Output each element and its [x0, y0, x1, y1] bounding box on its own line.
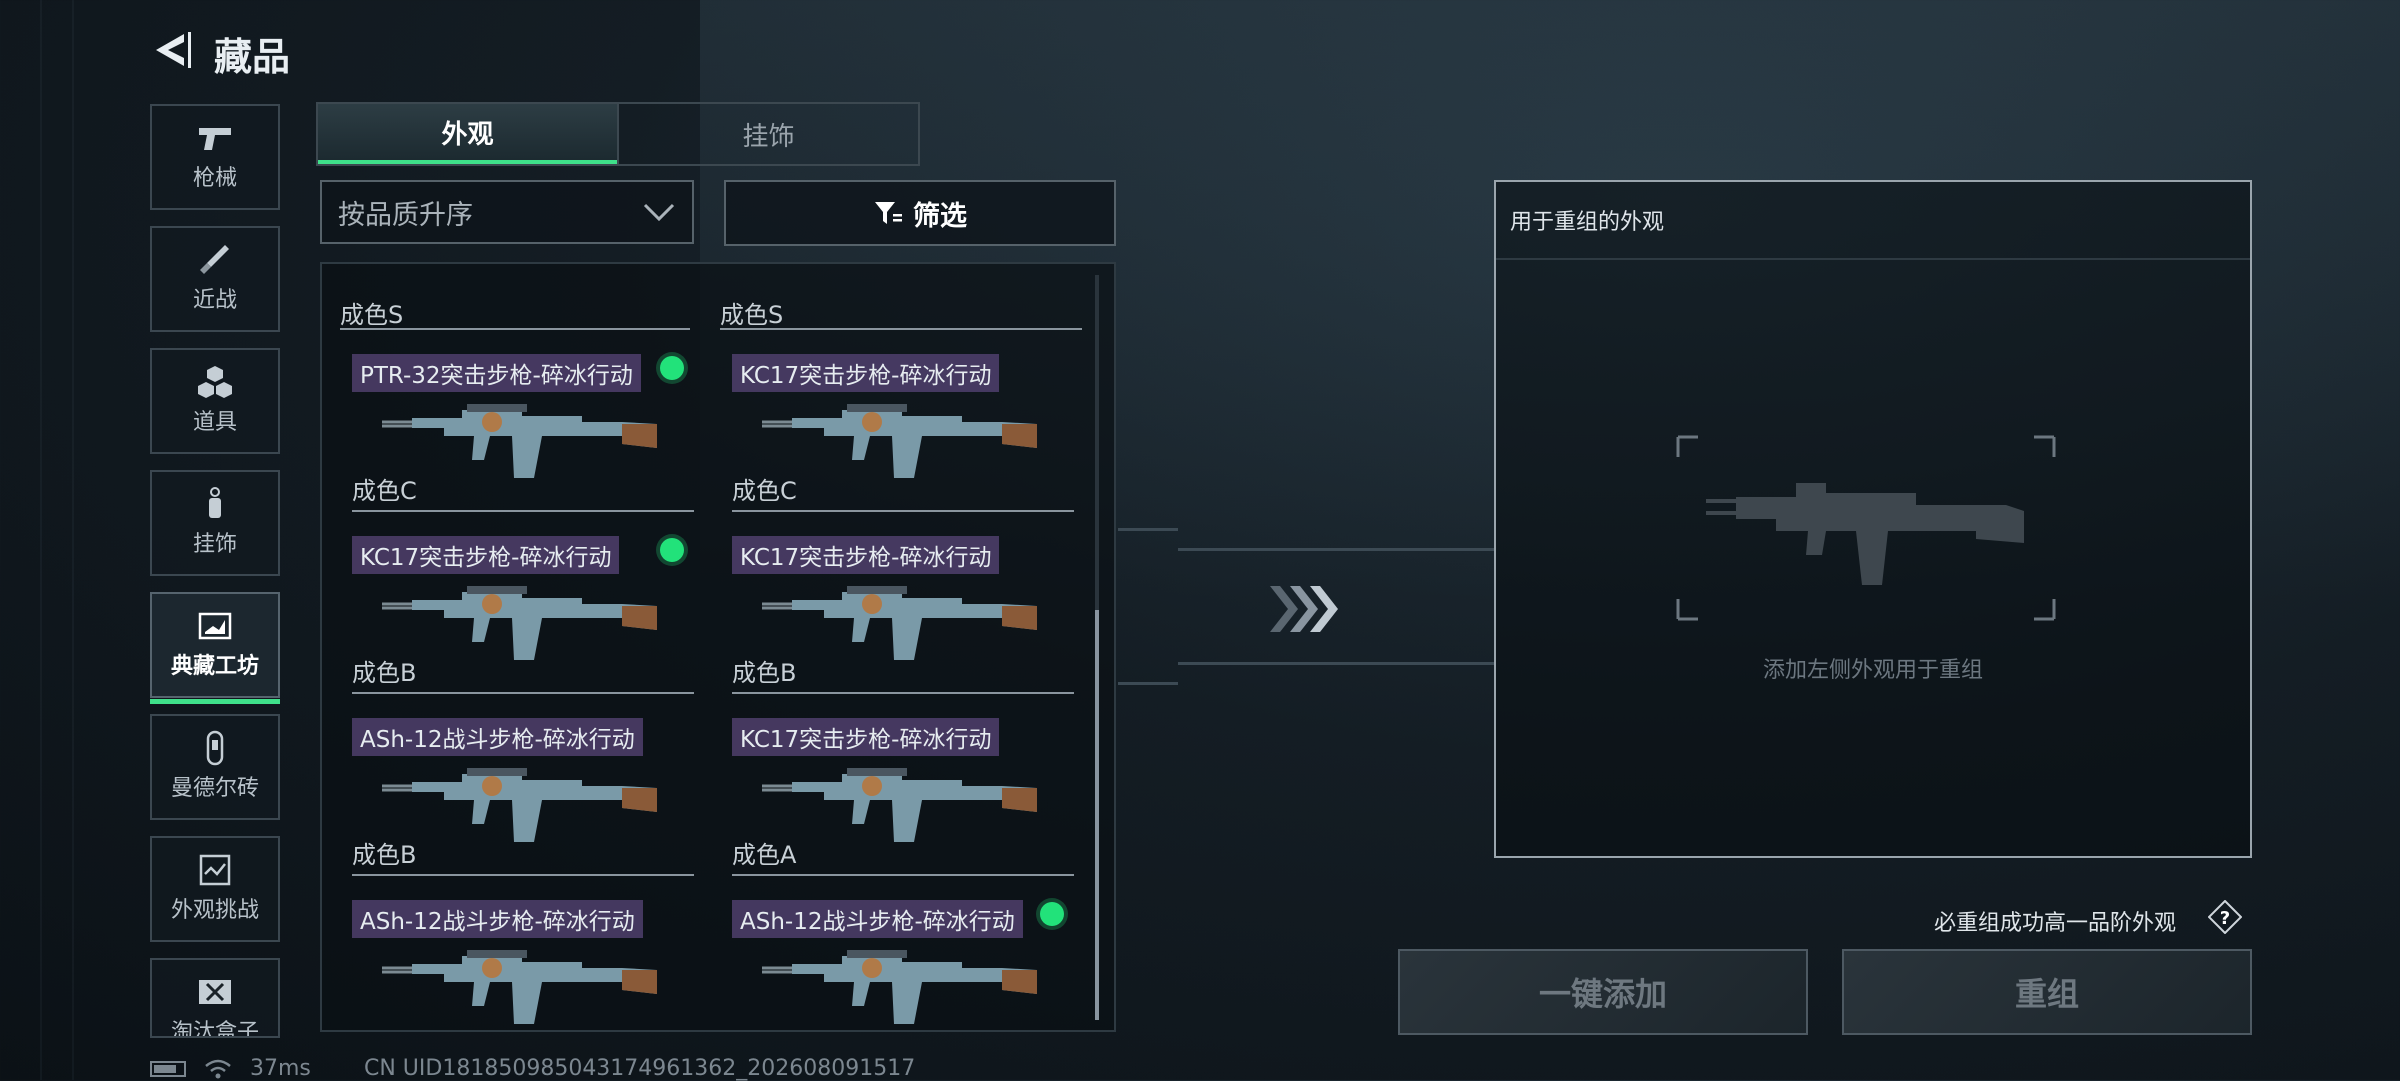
- nav-item-label: 曼德尔砖: [170, 776, 259, 801]
- gear-cubes-icon: [198, 366, 232, 398]
- rifle-image: [382, 950, 657, 1024]
- category-nav: 枪械 近战 道具 挂饰 典藏工坊 曼德尔砖 外观挑战 淘汰盒子: [150, 104, 282, 1054]
- rifle-image: [762, 404, 1037, 478]
- skin-card[interactable]: ASh-12战斗步枪-碎冰行动 成色B: [332, 704, 702, 876]
- filter-label: 筛选: [913, 200, 967, 232]
- skin-card[interactable]: KC17突击步枪-碎冰行动 成色B: [712, 522, 1082, 694]
- skin-card[interactable]: KC17突击步枪-碎冰行动 成色A: [712, 704, 1082, 876]
- card-condition: 成色C: [732, 477, 797, 505]
- card-divider: [732, 510, 1074, 512]
- panel-title: 用于重组的外观: [1510, 210, 1665, 235]
- recombine-hint: 添加左侧外观用于重组: [1762, 658, 1983, 683]
- skin-card[interactable]: KC17突击步枪-碎冰行动 成色B: [332, 522, 702, 694]
- connector-line: [1178, 662, 1494, 665]
- pistol-icon: [199, 128, 231, 150]
- connector-line: [1178, 548, 1494, 551]
- chevron-down-icon: [643, 203, 675, 222]
- filter-button[interactable]: 筛选: [724, 180, 1116, 246]
- back-arrow-icon: [156, 32, 191, 68]
- card-divider: [732, 692, 1074, 694]
- challenge-icon: [199, 854, 231, 886]
- recombine-panel: 用于重组的外观 添加左侧外观用于重组: [1494, 180, 2252, 858]
- nav-item-workshop[interactable]: 典藏工坊: [150, 592, 280, 704]
- nav-item-elimination-box[interactable]: 淘汰盒子: [150, 958, 280, 1038]
- rifle-image: [762, 586, 1037, 660]
- nav-item-items[interactable]: 道具: [150, 348, 280, 454]
- skin-card[interactable]: ASh-12战斗步枪-碎冰行动: [712, 886, 1082, 1052]
- page-title: 藏品: [214, 35, 291, 79]
- recombine-button[interactable]: 重组: [1842, 949, 2252, 1035]
- rifle-image: [382, 404, 657, 478]
- mandel-brick-icon: [206, 730, 224, 766]
- nav-item-charms[interactable]: 挂饰: [150, 470, 280, 576]
- card-divider: [340, 328, 690, 330]
- connector-line: [1118, 528, 1178, 531]
- card-condition: 成色A: [732, 841, 797, 869]
- charm-icon: [209, 487, 221, 518]
- guarantee-text: 必重组成功高一品阶外观: [1934, 911, 2177, 936]
- nav-item-challenge[interactable]: 外观挑战: [150, 836, 280, 942]
- nav-item-label: 挂饰: [192, 532, 237, 557]
- rifle-image: [762, 768, 1037, 842]
- nav-item-label: 道具: [192, 410, 237, 435]
- rifle-placeholder-icon: [1676, 435, 2056, 621]
- svg-text:?: ?: [2220, 908, 2230, 929]
- card-divider: [352, 874, 694, 876]
- card-divider: [352, 692, 694, 694]
- skin-card[interactable]: ASh-12战斗步枪-碎冰行动: [332, 886, 702, 1052]
- tab-charms[interactable]: 挂饰: [617, 104, 918, 164]
- selected-indicator: [1040, 902, 1064, 926]
- filter-icon: [875, 202, 902, 224]
- wifi-icon: [205, 1059, 231, 1078]
- connector-line: [1118, 682, 1178, 685]
- nav-item-label: 淘汰盒子: [170, 1020, 259, 1038]
- triple-chevron-right-icon: [1270, 586, 1338, 632]
- nav-item-melee[interactable]: 近战: [150, 226, 280, 332]
- recombine-slot[interactable]: [1676, 435, 2056, 621]
- nav-item-label: 典藏工坊: [170, 654, 259, 679]
- back-button[interactable]: [150, 28, 194, 72]
- status-bar: 37ms: [150, 1056, 311, 1081]
- workshop-icon: [198, 612, 232, 640]
- card-divider: [352, 510, 694, 512]
- card-condition: 成色B: [352, 841, 417, 869]
- rifle-image: [382, 586, 657, 660]
- nav-item-guns[interactable]: 枪械: [150, 104, 280, 210]
- ping-value: 37ms: [250, 1056, 311, 1081]
- skin-card[interactable]: KC17突击步枪-碎冰行动 成色C: [712, 340, 1082, 512]
- card-condition: 成色B: [352, 659, 417, 687]
- nav-item-label: 外观挑战: [170, 898, 259, 923]
- sort-dropdown[interactable]: 按品质升序: [320, 180, 694, 244]
- panel-divider: [1496, 258, 2250, 260]
- battery-icon: [150, 1060, 186, 1077]
- rifle-image: [382, 768, 657, 842]
- nav-item-mandel-brick[interactable]: 曼德尔砖: [150, 714, 280, 820]
- help-icon[interactable]: ?: [2208, 900, 2242, 934]
- card-condition: 成色B: [732, 659, 797, 687]
- card-divider: [732, 874, 1074, 876]
- add-all-button[interactable]: 一键添加: [1398, 949, 1808, 1035]
- card-divider: [720, 328, 1082, 330]
- tab-appearance[interactable]: 外观: [318, 104, 617, 164]
- card-condition: 成色C: [352, 477, 417, 505]
- selected-indicator: [660, 538, 684, 562]
- card-condition: 成色S: [720, 301, 784, 329]
- background-stripe: [72, 0, 74, 1080]
- nav-item-label: 枪械: [192, 166, 237, 191]
- nav-item-label: 近战: [192, 288, 237, 313]
- selected-indicator: [660, 356, 684, 380]
- user-uid: CN UID1818509850431749613​62_20260809151…: [364, 1056, 916, 1081]
- skin-card[interactable]: PTR-32突击步枪-碎冰行动 成色C: [332, 340, 702, 512]
- rifle-image: [762, 950, 1037, 1024]
- background-stripe: [40, 0, 42, 1080]
- elimination-box-icon: [199, 980, 231, 1004]
- knife-icon: [200, 245, 229, 274]
- card-condition: 成色S: [340, 301, 404, 329]
- sort-label: 按品质升序: [338, 199, 473, 231]
- grid-scroll-thumb[interactable]: [1095, 610, 1099, 1020]
- category-tabs: 外观 挂饰: [316, 102, 920, 166]
